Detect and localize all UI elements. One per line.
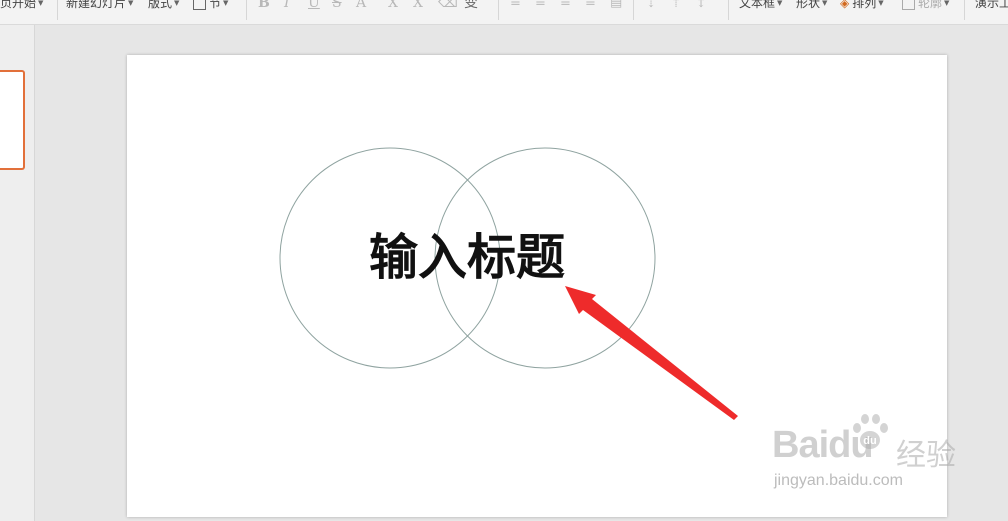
section-label: 节 (209, 0, 222, 10)
ribbon-toolbar: 页开始 ▼ 新建幻灯片 ▼ 版式 ▼ 节 ▼ B I U S A X X ⌫ 变… (0, 0, 1008, 25)
slide-thumbnail[interactable] (0, 70, 25, 170)
toolbar-divider (246, 0, 247, 20)
increase-spacing-icon[interactable]: ⇡ (671, 0, 681, 12)
presentation-tools-tab[interactable]: 演示工 (975, 0, 1008, 12)
outline-button[interactable]: 轮廓 ▼ (902, 0, 949, 12)
watermark-url: jingyan.baidu.com (774, 472, 903, 489)
new-slide-label: 新建幻灯片 (66, 0, 127, 10)
italic-icon[interactable]: I (284, 0, 290, 12)
strikethrough-icon[interactable]: S (332, 0, 342, 12)
toolbar-divider (964, 0, 965, 20)
subscript-icon[interactable]: X (413, 0, 423, 12)
slide-thumbnail-panel (0, 25, 35, 521)
outline-icon (902, 0, 915, 10)
shape-button[interactable]: 形状 ▼ (796, 0, 827, 12)
align-left-icon[interactable]: ≡ (510, 0, 521, 12)
text-box-button[interactable]: 文本框 ▼ (739, 0, 782, 12)
layout-button[interactable]: 版式 ▼ (148, 0, 179, 12)
clear-format-icon[interactable]: ⌫ (438, 0, 458, 12)
baidu-jingyan-watermark: Baidu du 经验 jingyan.baidu.com (772, 410, 1008, 510)
outline-label: 轮廓 (918, 0, 943, 10)
chevron-down-icon: ▼ (777, 0, 783, 7)
superscript-icon[interactable]: X (388, 0, 398, 12)
layout-label: 版式 (148, 0, 173, 10)
chevron-down-icon: ▼ (822, 0, 828, 7)
toolbar-divider (633, 0, 634, 20)
chevron-down-icon: ▼ (223, 0, 229, 7)
line-spacing-icon[interactable]: ↕ (696, 0, 706, 12)
section-icon (193, 0, 206, 10)
chevron-down-icon: ▼ (174, 0, 180, 7)
text-box-label: 文本框 (739, 0, 776, 10)
distribute-icon[interactable]: ▤ (610, 0, 622, 12)
arrange-button[interactable]: ◈ 排列 ▼ (840, 0, 884, 12)
chevron-down-icon: ▼ (878, 0, 884, 7)
page-start-label: 页开始 (0, 0, 37, 10)
section-button[interactable]: 节 ▼ (193, 0, 228, 12)
chevron-down-icon: ▼ (128, 0, 134, 7)
underline-icon[interactable]: U (308, 0, 320, 12)
chevron-down-icon: ▼ (944, 0, 950, 7)
toolbar-divider (728, 0, 729, 20)
page-start-button[interactable]: 页开始 ▼ (0, 0, 43, 12)
arrange-label: 排列 (852, 0, 877, 10)
justify-icon[interactable]: ≡ (585, 0, 596, 12)
align-right-icon[interactable]: ≡ (560, 0, 571, 12)
text-effect-icon[interactable]: 变 (464, 0, 478, 12)
chevron-down-icon: ▼ (38, 0, 44, 7)
watermark-suffix: 经验 (896, 438, 956, 473)
layers-icon: ◈ (840, 0, 850, 10)
align-center-icon[interactable]: ≡ (535, 0, 546, 12)
toolbar-divider (57, 0, 58, 20)
presentation-tools-label: 演示工 (975, 0, 1008, 10)
decrease-spacing-icon[interactable]: ⇣ (646, 0, 656, 12)
bold-icon[interactable]: B (258, 0, 270, 12)
font-color-icon[interactable]: A (356, 0, 366, 12)
red-arrow-annotation (565, 286, 738, 420)
new-slide-button[interactable]: 新建幻灯片 ▼ (66, 0, 133, 12)
shape-label: 形状 (796, 0, 821, 10)
paw-icon: du (853, 414, 888, 449)
svg-text:du: du (863, 435, 876, 447)
toolbar-divider (498, 0, 499, 20)
